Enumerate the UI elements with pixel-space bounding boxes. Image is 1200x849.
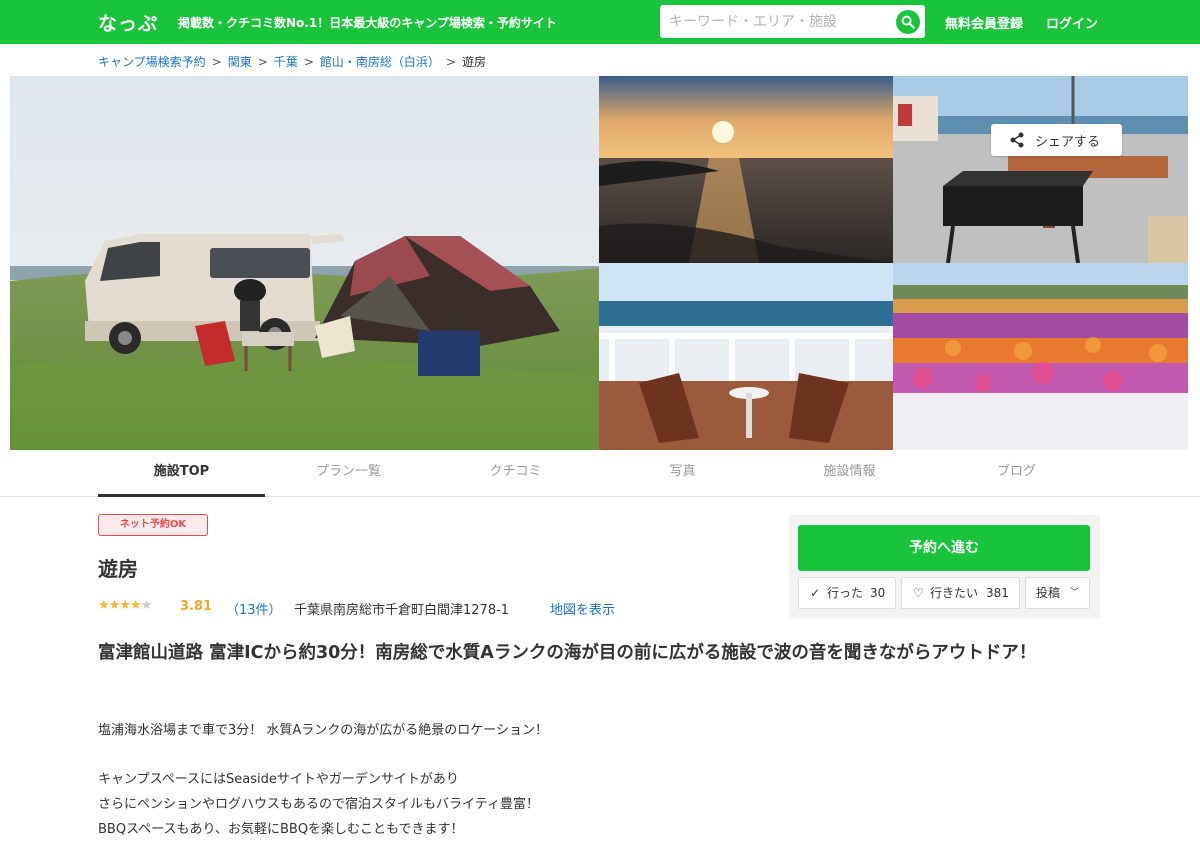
rating-stars: ★★★★★ [98,598,153,613]
site-tagline: 掲載数・クチコミ数No.1！日本最大級のキャンプ場検索・予約サイト [178,16,557,30]
breadcrumb-item-tateyama[interactable]: 館山・南房総（白浜） [320,55,440,69]
description-line: BBQスペースもあり、お気軽にBBQを楽しむこともできます！ [98,822,464,837]
facility-headline: 富津館山道路 富津ICから約30分！南房総で水質Aランクの海が目の前に広がる施設… [98,643,1037,663]
show-map-link[interactable]: 地図を表示 [550,599,615,618]
went-button[interactable]: ✓ 行った 30 [798,577,896,609]
star-empty-icon: ★ [140,598,153,613]
chevron-down-icon: ﹀ [1070,588,1080,598]
post-dropdown[interactable]: 投稿 ﹀ [1025,577,1090,609]
star-filled-icon: ★ [108,598,121,613]
share-button[interactable]: シェアする [991,124,1122,156]
share-label: シェアする [1035,135,1101,150]
site-header: なっぷ 掲載数・クチコミ数No.1！日本最大級のキャンプ場検索・予約サイト 無料… [0,0,1200,44]
main-photo-campsite[interactable] [10,76,599,450]
photo-flower-field[interactable] [893,263,1188,450]
description-line: 塩浦海水浴場まで車で3分！ 水質Aランクの海が広がる絶景のロケーション！ [98,723,549,738]
went-count: 30 [870,586,886,600]
want-button[interactable]: ♡ 行きたい 381 [901,577,1020,609]
want-label: 行きたい [930,586,979,600]
breadcrumb-item-chiba[interactable]: 千葉 [274,55,298,69]
tab-photos[interactable]: 写真 [599,450,766,497]
breadcrumb-current: 遊房 [461,55,486,69]
facility-name: 遊房 [98,557,138,581]
tab-facility-top[interactable]: 施設TOP [98,450,265,497]
star-filled-icon: ★ [98,598,110,613]
star-filled-icon: ★ [119,598,131,613]
description-line: さらにペンションやログハウスもあるので宿泊スタイルもバライティ豊富！ [98,797,539,812]
review-count-link[interactable]: （13件） [226,599,282,618]
online-booking-badge: ネット予約OK [98,514,208,536]
star-filled-icon: ★ [129,598,142,613]
photo-sunset[interactable] [599,76,893,263]
breadcrumb-separator: > [445,55,456,69]
search-box [660,5,925,38]
facility-address: 千葉県南房総市千倉町白間津1278-1 [294,603,510,618]
search-input[interactable] [660,5,890,38]
site-logo[interactable]: なっぷ [98,9,158,36]
tab-blog[interactable]: ブログ [933,450,1100,497]
tab-reviews[interactable]: クチコミ [432,450,599,497]
reserve-button[interactable]: 予約へ進む [798,525,1090,571]
post-label: 投稿 [1036,586,1061,600]
photo-balcony-ocean[interactable] [599,263,893,450]
breadcrumb-item-kanto[interactable]: 関東 [228,55,252,69]
want-count: 381 [986,586,1009,600]
photo-bbq-grill[interactable] [893,76,1188,263]
search-icon[interactable] [896,10,920,34]
check-icon: ✓ [810,586,821,600]
breadcrumb: キャンプ場検索予約 > 関東 > 千葉 > 館山・南房総（白浜） > 遊房 [98,53,486,70]
description-line: キャンプスペースにはSeasideサイトやガーデンサイトがあり [98,772,459,787]
share-icon [1010,132,1024,148]
register-link[interactable]: 無料会員登録 [945,13,1023,32]
breadcrumb-separator: > [211,55,222,69]
login-link[interactable]: ログイン [1046,13,1098,32]
rating-score: 3.81 [180,599,213,614]
breadcrumb-item-camp-search[interactable]: キャンプ場検索予約 [98,55,206,69]
heart-icon: ♡ [913,586,924,600]
tab-plans[interactable]: プラン一覧 [265,450,432,497]
breadcrumb-separator: > [257,55,268,69]
facility-tabs: 施設TOP プラン一覧 クチコミ 写真 施設情報 ブログ [98,450,1100,497]
tab-facility-info[interactable]: 施設情報 [766,450,933,497]
went-label: 行った [827,586,864,600]
breadcrumb-separator: > [303,55,314,69]
